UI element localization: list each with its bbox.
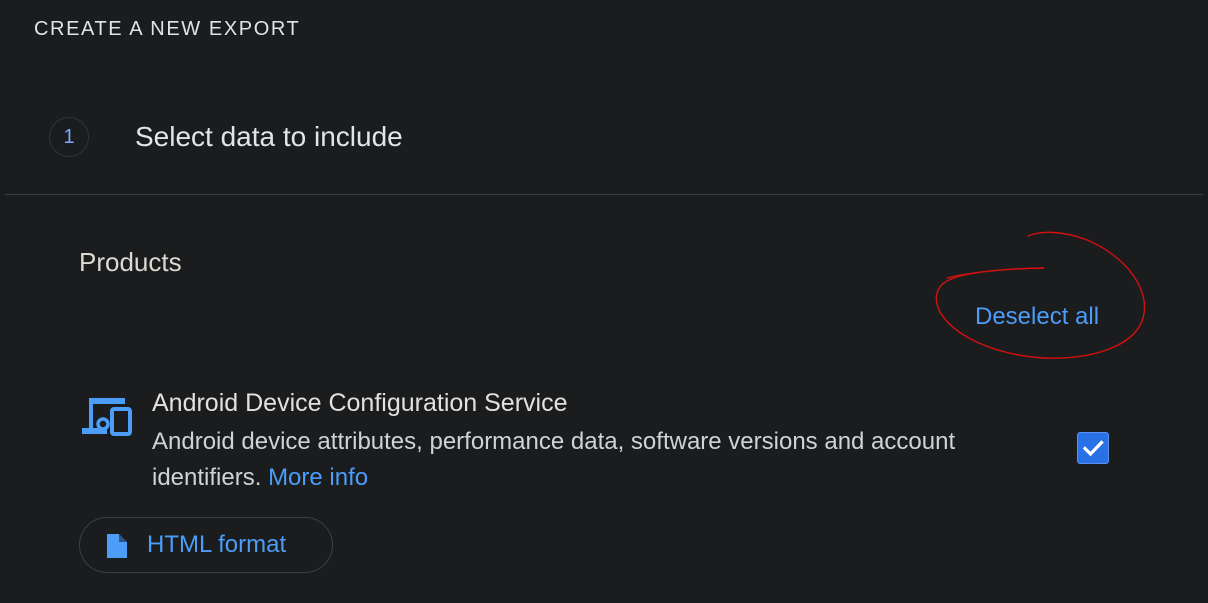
step-number-badge: 1 bbox=[49, 117, 89, 157]
export-page: CREATE A NEW EXPORT 1 Select data to inc… bbox=[0, 0, 1208, 603]
checkmark-icon bbox=[1082, 440, 1104, 457]
product-title: Android Device Configuration Service bbox=[152, 389, 568, 417]
red-circle-annotation bbox=[935, 231, 1146, 359]
step-divider bbox=[5, 194, 1203, 195]
page-title: CREATE A NEW EXPORT bbox=[34, 18, 301, 40]
html-format-button[interactable]: HTML format bbox=[79, 517, 333, 573]
products-heading: Products bbox=[79, 247, 182, 277]
deselect-all-link[interactable]: Deselect all bbox=[975, 302, 1099, 332]
more-info-link[interactable]: More info bbox=[268, 464, 368, 491]
format-label: HTML format bbox=[147, 531, 287, 558]
export-step-panel: 1 Select data to include Products Desele… bbox=[5, 82, 1203, 603]
step-title: Select data to include bbox=[135, 121, 403, 152]
product-checkbox[interactable] bbox=[1077, 432, 1109, 464]
product-description: Android device attributes, performance d… bbox=[152, 424, 1052, 496]
devices-icon bbox=[82, 398, 132, 436]
file-icon bbox=[107, 534, 127, 558]
